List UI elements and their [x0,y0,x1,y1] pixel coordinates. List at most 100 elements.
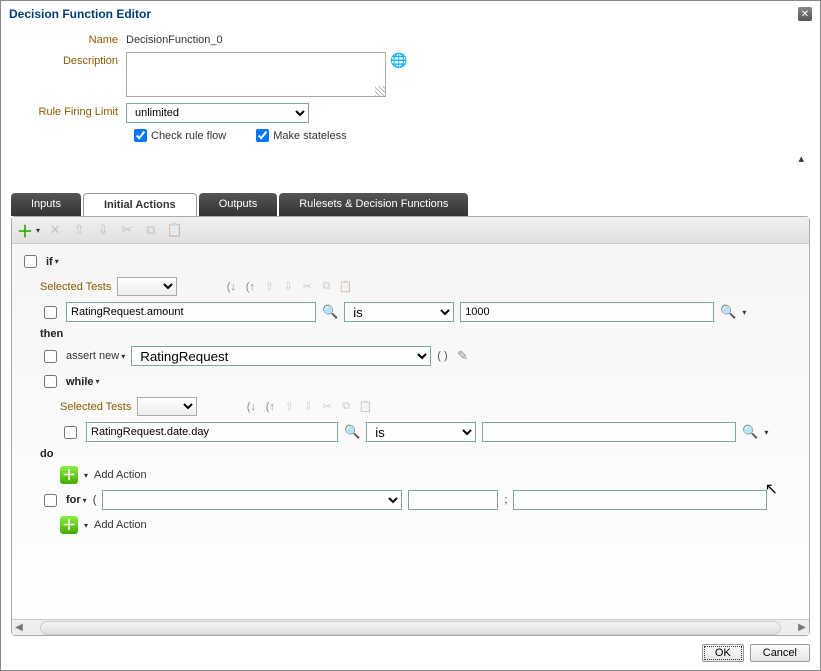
for-paren: ( [93,494,97,506]
chevron-down-icon[interactable]: ▾ [55,257,59,266]
test2-field-input[interactable] [86,422,338,442]
add-action-plus-2[interactable]: ＋ [60,516,78,534]
rule-firing-limit-select[interactable]: unlimited [126,103,309,123]
search-icon-2[interactable]: 🔍 [720,304,736,320]
for-semicolon: ; [504,494,507,506]
cut-icon[interactable]: ✂ [118,221,136,239]
do-keyword: do [40,448,53,460]
mini-copy-icon-2[interactable]: ⧉ [338,399,354,415]
mini-up-icon[interactable]: ⇧ [261,279,277,295]
lparen-icon-2[interactable]: (↓ [243,399,259,415]
panel-toolbar: ＋ ▾ ✕ ⇧ ⇩ ✂ ⧉ 📋 [12,217,809,244]
scroll-right-arrow[interactable]: ▶ [795,622,809,633]
paren-text: ( ) [437,350,447,362]
while-keyword[interactable]: while ▾ [66,376,100,388]
check-rule-flow-box[interactable]: Check rule flow [134,129,226,142]
tab-rulesets[interactable]: Rulesets & Decision Functions [279,193,468,216]
form-area: Name DecisionFunction_0 Description 🌐 Ru… [1,27,820,152]
for-checkbox[interactable] [44,494,57,507]
cancel-button[interactable]: Cancel [750,644,810,662]
mini-paste-icon[interactable]: 📋 [337,279,353,295]
check-rule-flow-label: Check rule flow [151,130,226,142]
tab-inputs[interactable]: Inputs [11,193,81,216]
make-stateless-checkbox[interactable] [256,129,269,142]
for-val1-input[interactable] [408,490,498,510]
mini-down-icon-2[interactable]: ⇩ [300,399,316,415]
horizontal-scrollbar[interactable]: ◀ ▶ [12,619,809,635]
test2-value-input[interactable] [482,422,736,442]
test1-caret[interactable]: ▾ [742,308,746,317]
search-icon-3[interactable]: 🔍 [344,424,360,440]
make-stateless-label: Make stateless [273,130,346,142]
assert-type-select[interactable]: RatingRequest [131,346,431,366]
while-checkbox[interactable] [44,375,57,388]
tabs-row: Inputs Initial Actions Outputs Rulesets … [11,193,820,216]
if-keyword[interactable]: if ▾ [46,256,59,268]
mini-paste-icon-2[interactable]: 📋 [357,399,373,415]
for-val2-input[interactable] [513,490,767,510]
check-rule-flow-checkbox[interactable] [134,129,147,142]
mini-copy-icon[interactable]: ⧉ [318,279,334,295]
selected-tests-label-2: Selected Tests [60,401,131,413]
for-select[interactable] [102,490,402,510]
while-caret[interactable]: ▾ [96,377,100,386]
test2-caret[interactable]: ▾ [764,428,768,437]
add-action-label-2[interactable]: Add Action [94,519,147,531]
rparen-icon[interactable]: (↑ [242,279,258,295]
assert-checkbox[interactable] [44,350,57,363]
down-icon[interactable]: ⇩ [94,221,112,239]
lparen-icon[interactable]: (↓ [223,279,239,295]
add-icon[interactable]: ＋ [16,221,34,239]
description-textarea[interactable] [126,52,386,97]
collapse-toggle[interactable]: ▴ [1,152,820,165]
add-action-caret-2[interactable]: ▾ [84,521,88,530]
test2-op-select[interactable]: is [366,422,476,442]
add-action-plus-1[interactable]: ＋ [60,466,78,484]
selected-tests-select-1[interactable] [117,277,177,296]
test1-op-select[interactable]: is [344,302,454,322]
name-label: Name [11,31,126,46]
mini-cut-icon[interactable]: ✂ [299,279,315,295]
add-action-caret-1[interactable]: ▾ [84,471,88,480]
ok-button[interactable]: OK [702,644,744,662]
rparen-icon-2[interactable]: (↑ [262,399,278,415]
name-value: DecisionFunction_0 [126,31,223,46]
mini-up-icon-2[interactable]: ⇧ [281,399,297,415]
for-keyword[interactable]: for ▾ [66,494,87,506]
search-icon-4[interactable]: 🔍 [742,424,758,440]
tab-outputs[interactable]: Outputs [199,193,278,216]
mini-toolbar-1: (↓ (↑ ⇧ ⇩ ✂ ⧉ 📋 [223,279,353,295]
button-bar: OK Cancel [1,636,820,670]
mini-down-icon[interactable]: ⇩ [280,279,296,295]
assert-caret[interactable]: ▾ [121,352,125,361]
test1-value-input[interactable] [460,302,714,322]
description-label: Description [11,52,126,67]
test2-checkbox[interactable] [64,426,77,439]
delete-icon[interactable]: ✕ [46,221,64,239]
search-icon-1[interactable]: 🔍 [322,304,338,320]
if-checkbox[interactable] [24,255,37,268]
globe-icon[interactable]: 🌐 [390,52,407,69]
dialog-window: Decision Function Editor ✕ Name Decision… [0,0,821,671]
for-caret[interactable]: ▾ [83,496,87,505]
selected-tests-select-2[interactable] [137,397,197,416]
dialog-title: Decision Function Editor [9,7,151,21]
add-dropdown-arrow[interactable]: ▾ [36,226,40,235]
up-icon[interactable]: ⇧ [70,221,88,239]
make-stateless-box[interactable]: Make stateless [256,129,346,142]
test1-field-input[interactable] [66,302,316,322]
edit-icon[interactable]: ✎ [454,347,472,365]
copy-icon[interactable]: ⧉ [142,221,160,239]
test1-checkbox[interactable] [44,306,57,319]
scroll-track[interactable] [40,621,781,635]
close-icon[interactable]: ✕ [798,7,812,21]
then-keyword: then [40,328,63,340]
assert-keyword[interactable]: assert new ▾ [66,350,125,362]
rules-body: if ▾ Selected Tests (↓ (↑ ⇧ ⇩ ✂ ⧉ 📋 [12,244,809,619]
rule-firing-limit-label: Rule Firing Limit [11,103,126,118]
add-action-label-1[interactable]: Add Action [94,469,147,481]
scroll-left-arrow[interactable]: ◀ [12,622,26,633]
mini-cut-icon-2[interactable]: ✂ [319,399,335,415]
tab-initial-actions[interactable]: Initial Actions [83,193,197,216]
paste-icon[interactable]: 📋 [166,221,184,239]
